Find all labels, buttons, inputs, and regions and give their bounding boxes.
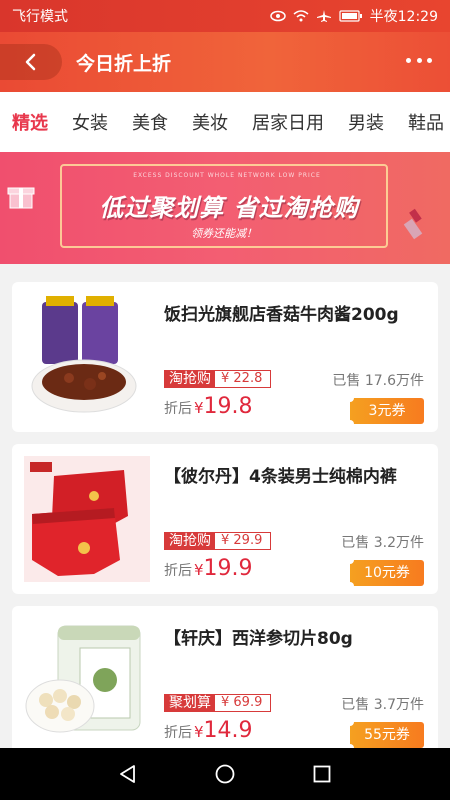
product-card[interactable]: 【彼尔丹】4条装男士纯棉内裤 淘抢购 ¥ 29.9 已售 3.2万件 折后 ¥ … bbox=[12, 444, 438, 594]
nav-recents-icon[interactable] bbox=[311, 763, 333, 785]
after-label: 折后 bbox=[164, 563, 192, 579]
sold-count: 已售 17.6万件 bbox=[332, 373, 424, 389]
coupon-button[interactable]: 3元券 bbox=[346, 394, 424, 428]
status-time: 半夜12:29 bbox=[369, 9, 438, 25]
after-label: 折后 bbox=[164, 725, 192, 741]
tab-food[interactable]: 美食 bbox=[120, 109, 180, 135]
system-nav-bar bbox=[0, 748, 450, 800]
product-image-ginseng bbox=[25, 625, 141, 733]
nav-back-icon[interactable] bbox=[117, 763, 139, 785]
channel-name: 聚划算 bbox=[165, 695, 215, 711]
after-price: 19.9 bbox=[203, 556, 253, 581]
tab-women[interactable]: 女装 bbox=[60, 109, 120, 135]
channel-price: ¥ 69.9 bbox=[215, 695, 271, 711]
coupon-button[interactable]: 55元券 bbox=[346, 718, 424, 752]
channel-price-tag: 聚划算 ¥ 69.9 bbox=[164, 694, 272, 712]
status-bar: 飞行模式 半夜12:29 bbox=[0, 0, 450, 32]
app-header: 今日折上折 bbox=[0, 32, 450, 92]
final-price: 折后 ¥ 19.8 bbox=[164, 394, 253, 419]
battery-icon bbox=[339, 10, 362, 22]
page-title: 今日折上折 bbox=[76, 52, 172, 75]
product-card[interactable]: 饭扫光旗舰店香菇牛肉酱200g 淘抢购 ¥ 22.8 已售 17.6万件 折后 … bbox=[12, 282, 438, 432]
channel-name: 淘抢购 bbox=[165, 371, 215, 387]
channel-price-tag: 淘抢购 ¥ 29.9 bbox=[164, 532, 272, 550]
channel-name: 淘抢购 bbox=[165, 533, 215, 549]
tab-beauty[interactable]: 美妆 bbox=[180, 109, 240, 135]
final-price: 折后 ¥ 19.9 bbox=[164, 556, 253, 581]
back-arrow-icon bbox=[25, 53, 36, 71]
tab-home[interactable]: 居家日用 bbox=[240, 109, 336, 135]
after-price: 14.9 bbox=[203, 718, 253, 743]
back-button[interactable] bbox=[0, 44, 62, 80]
promo-banner[interactable]: EXCESS DISCOUNT WHOLE NETWORK LOW PRICE … bbox=[0, 152, 450, 264]
after-label: 折后 bbox=[164, 401, 192, 417]
eye-icon bbox=[269, 10, 286, 22]
tab-featured[interactable]: 精选 bbox=[0, 109, 60, 135]
product-image-beef-sauce bbox=[31, 296, 137, 413]
more-options-icon[interactable] bbox=[406, 54, 432, 66]
airplane-icon bbox=[316, 10, 331, 22]
final-price: 折后 ¥ 14.9 bbox=[164, 718, 253, 743]
currency-symbol: ¥ bbox=[194, 399, 204, 417]
banner-subtitle: EXCESS DISCOUNT WHOLE NETWORK LOW PRICE bbox=[133, 172, 321, 179]
sold-count: 已售 3.2万件 bbox=[341, 535, 424, 551]
banner-tagline: 领券还能减！ bbox=[191, 227, 257, 240]
wifi-icon bbox=[293, 10, 309, 22]
category-tabs: 精选 女装 美食 美妆 居家日用 男装 鞋品 bbox=[0, 92, 450, 152]
product-title: 饭扫光旗舰店香菇牛肉酱200g bbox=[164, 305, 399, 325]
banner-headline: 低过聚划算 省过淘抢购 bbox=[99, 194, 359, 222]
product-image-underwear bbox=[24, 456, 150, 582]
tab-men[interactable]: 男装 bbox=[336, 109, 396, 135]
currency-symbol: ¥ bbox=[194, 561, 204, 579]
product-title: 【彼尔丹】4条装男士纯棉内裤 bbox=[164, 467, 397, 487]
product-title: 【轩庆】西洋参切片80g bbox=[164, 629, 353, 649]
sold-count: 已售 3.7万件 bbox=[341, 697, 424, 713]
gift-box-icon bbox=[7, 187, 35, 209]
lipstick-icon bbox=[403, 208, 423, 240]
product-card[interactable]: 【轩庆】西洋参切片80g 聚划算 ¥ 69.9 已售 3.7万件 折后 ¥ 14… bbox=[12, 606, 438, 756]
channel-price-tag: 淘抢购 ¥ 22.8 bbox=[164, 370, 272, 388]
currency-symbol: ¥ bbox=[194, 723, 204, 741]
channel-price: ¥ 22.8 bbox=[215, 371, 271, 387]
channel-price: ¥ 29.9 bbox=[215, 533, 271, 549]
airplane-mode-label: 飞行模式 bbox=[12, 9, 68, 25]
tab-shoes[interactable]: 鞋品 bbox=[396, 109, 450, 135]
nav-home-icon[interactable] bbox=[214, 763, 236, 785]
coupon-button[interactable]: 10元券 bbox=[346, 556, 424, 590]
status-icons: 半夜12:29 bbox=[269, 6, 438, 26]
after-price: 19.8 bbox=[203, 394, 253, 419]
